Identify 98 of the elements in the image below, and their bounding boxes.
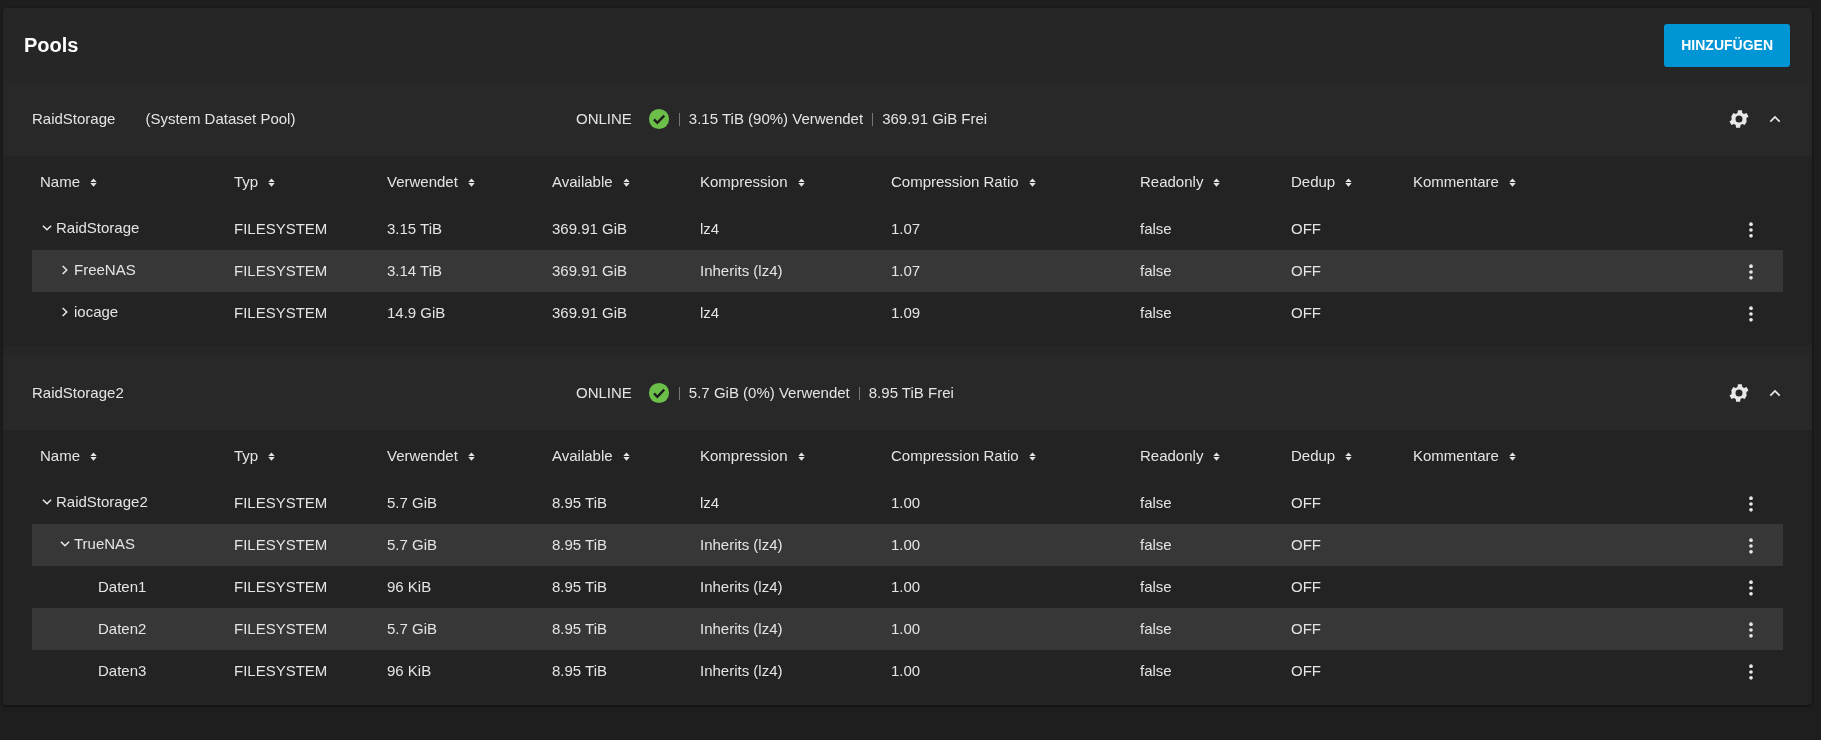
table-cell: Inherits (lz4) bbox=[700, 577, 783, 595]
dataset-name: Daten2 bbox=[98, 618, 147, 639]
column-header[interactable]: Readonly bbox=[1140, 170, 1223, 194]
settings-button[interactable] bbox=[1727, 107, 1751, 131]
table-cell: 96 KiB bbox=[387, 577, 432, 595]
dataset-name: iocage bbox=[74, 301, 119, 322]
table-cell: 8.95 TiB bbox=[552, 619, 608, 637]
pool-free: 369.91 GiB Frei bbox=[882, 108, 988, 129]
column-header[interactable]: Name bbox=[40, 444, 99, 468]
table-cell: 1.00 bbox=[891, 661, 921, 679]
table-cell: 3.15 TiB bbox=[387, 219, 443, 237]
table-cell: FILESYSTEM bbox=[234, 619, 328, 637]
table-cell: false bbox=[1140, 619, 1172, 637]
table-cell: false bbox=[1140, 493, 1172, 511]
dataset-name: Daten3 bbox=[98, 660, 147, 681]
table-cell: 14.9 GiB bbox=[387, 303, 446, 321]
table-cell: OFF bbox=[1291, 619, 1321, 637]
table-cell: FILESYSTEM bbox=[234, 261, 328, 279]
dataset-name: FreeNAS bbox=[74, 259, 136, 280]
column-header[interactable]: Dedup bbox=[1291, 170, 1355, 194]
column-header[interactable]: Available bbox=[552, 444, 632, 468]
table-cell: false bbox=[1140, 303, 1172, 321]
table-cell: 8.95 TiB bbox=[552, 577, 608, 595]
table-cell: lz4 bbox=[700, 493, 720, 511]
column-header[interactable]: Dedup bbox=[1291, 444, 1355, 468]
table-cell: Inherits (lz4) bbox=[700, 619, 783, 637]
table-cell: Inherits (lz4) bbox=[700, 661, 783, 679]
table-cell: FILESYSTEM bbox=[234, 493, 328, 511]
table-cell: 1.09 bbox=[891, 303, 921, 321]
table-cell: false bbox=[1140, 661, 1172, 679]
table-cell: 369.91 GiB bbox=[552, 261, 628, 279]
dataset-name: TrueNAS bbox=[74, 533, 136, 554]
table-cell: 1.00 bbox=[891, 619, 921, 637]
column-header[interactable]: Typ bbox=[234, 170, 278, 194]
table-cell: 1.00 bbox=[891, 577, 921, 595]
table-cell: OFF bbox=[1291, 577, 1321, 595]
table-cell: 5.7 GiB bbox=[387, 619, 438, 637]
table-cell: 369.91 GiB bbox=[552, 219, 628, 237]
pool-name: RaidStorage2 bbox=[32, 382, 124, 403]
pool-used: 3.15 TiB (90%) Verwendet bbox=[688, 108, 864, 129]
pool-name: RaidStorage bbox=[32, 108, 116, 129]
sort-icon bbox=[88, 449, 99, 463]
table-cell: Inherits (lz4) bbox=[700, 261, 783, 279]
table-cell: 1.07 bbox=[891, 219, 921, 237]
table-cell: 1.07 bbox=[891, 261, 921, 279]
column-header[interactable]: Compression Ratio bbox=[891, 170, 1038, 194]
table-cell: lz4 bbox=[700, 219, 720, 237]
table-cell: 96 KiB bbox=[387, 661, 432, 679]
table-cell: lz4 bbox=[700, 303, 720, 321]
table-cell: false bbox=[1140, 535, 1172, 553]
table-cell: false bbox=[1140, 219, 1172, 237]
pool-subtitle: (System Dataset Pool) bbox=[145, 108, 296, 129]
dataset-name: RaidStorage2 bbox=[56, 491, 148, 512]
column-header[interactable]: Readonly bbox=[1140, 444, 1223, 468]
table-cell: OFF bbox=[1291, 261, 1321, 279]
column-header[interactable]: Kommentare bbox=[1413, 170, 1518, 194]
table-cell: OFF bbox=[1291, 493, 1321, 511]
column-header[interactable]: Kommentare bbox=[1413, 444, 1518, 468]
sort-icon bbox=[88, 175, 99, 189]
table-cell: OFF bbox=[1291, 535, 1321, 553]
column-header[interactable]: Name bbox=[40, 170, 99, 194]
dataset-name: Daten1 bbox=[98, 576, 147, 597]
column-header[interactable]: Verwendet bbox=[387, 170, 477, 194]
pool-free: 8.95 TiB Frei bbox=[868, 382, 954, 403]
table-cell: false bbox=[1140, 261, 1172, 279]
table-cell: FILESYSTEM bbox=[234, 303, 328, 321]
status-check-icon bbox=[647, 382, 670, 404]
table-cell: 8.95 TiB bbox=[552, 661, 608, 679]
page-title: Pools bbox=[24, 33, 79, 58]
table-cell: OFF bbox=[1291, 219, 1321, 237]
column-header[interactable]: Typ bbox=[234, 444, 278, 468]
table-cell: 8.95 TiB bbox=[552, 535, 608, 553]
table-cell: FILESYSTEM bbox=[234, 535, 328, 553]
column-header[interactable]: Available bbox=[552, 170, 632, 194]
column-header[interactable]: Kompression bbox=[700, 444, 807, 468]
table-cell: OFF bbox=[1291, 303, 1321, 321]
table-cell: 1.00 bbox=[891, 535, 921, 553]
dataset-name: RaidStorage bbox=[56, 217, 140, 238]
column-header[interactable]: Kompression bbox=[700, 170, 807, 194]
pool-status: ONLINE bbox=[576, 108, 632, 129]
table-cell: 8.95 TiB bbox=[552, 493, 608, 511]
table-cell: FILESYSTEM bbox=[234, 219, 328, 237]
table-cell: Inherits (lz4) bbox=[700, 535, 783, 553]
table-cell: 5.7 GiB bbox=[387, 493, 438, 511]
column-header[interactable]: Verwendet bbox=[387, 444, 477, 468]
status-check-icon bbox=[647, 108, 670, 130]
table-cell: OFF bbox=[1291, 661, 1321, 679]
table-cell: 3.14 TiB bbox=[387, 261, 443, 279]
settings-button[interactable] bbox=[1727, 381, 1751, 405]
table-cell: FILESYSTEM bbox=[234, 661, 328, 679]
table-cell: false bbox=[1140, 577, 1172, 595]
pool-used: 5.7 GiB (0%) Verwendet bbox=[688, 382, 850, 403]
table-cell: FILESYSTEM bbox=[234, 577, 328, 595]
table-cell: 369.91 GiB bbox=[552, 303, 628, 321]
table-cell: 1.00 bbox=[891, 493, 921, 511]
column-header[interactable]: Compression Ratio bbox=[891, 444, 1038, 468]
table-cell: 5.7 GiB bbox=[387, 535, 438, 553]
pool-status: ONLINE bbox=[576, 382, 632, 403]
